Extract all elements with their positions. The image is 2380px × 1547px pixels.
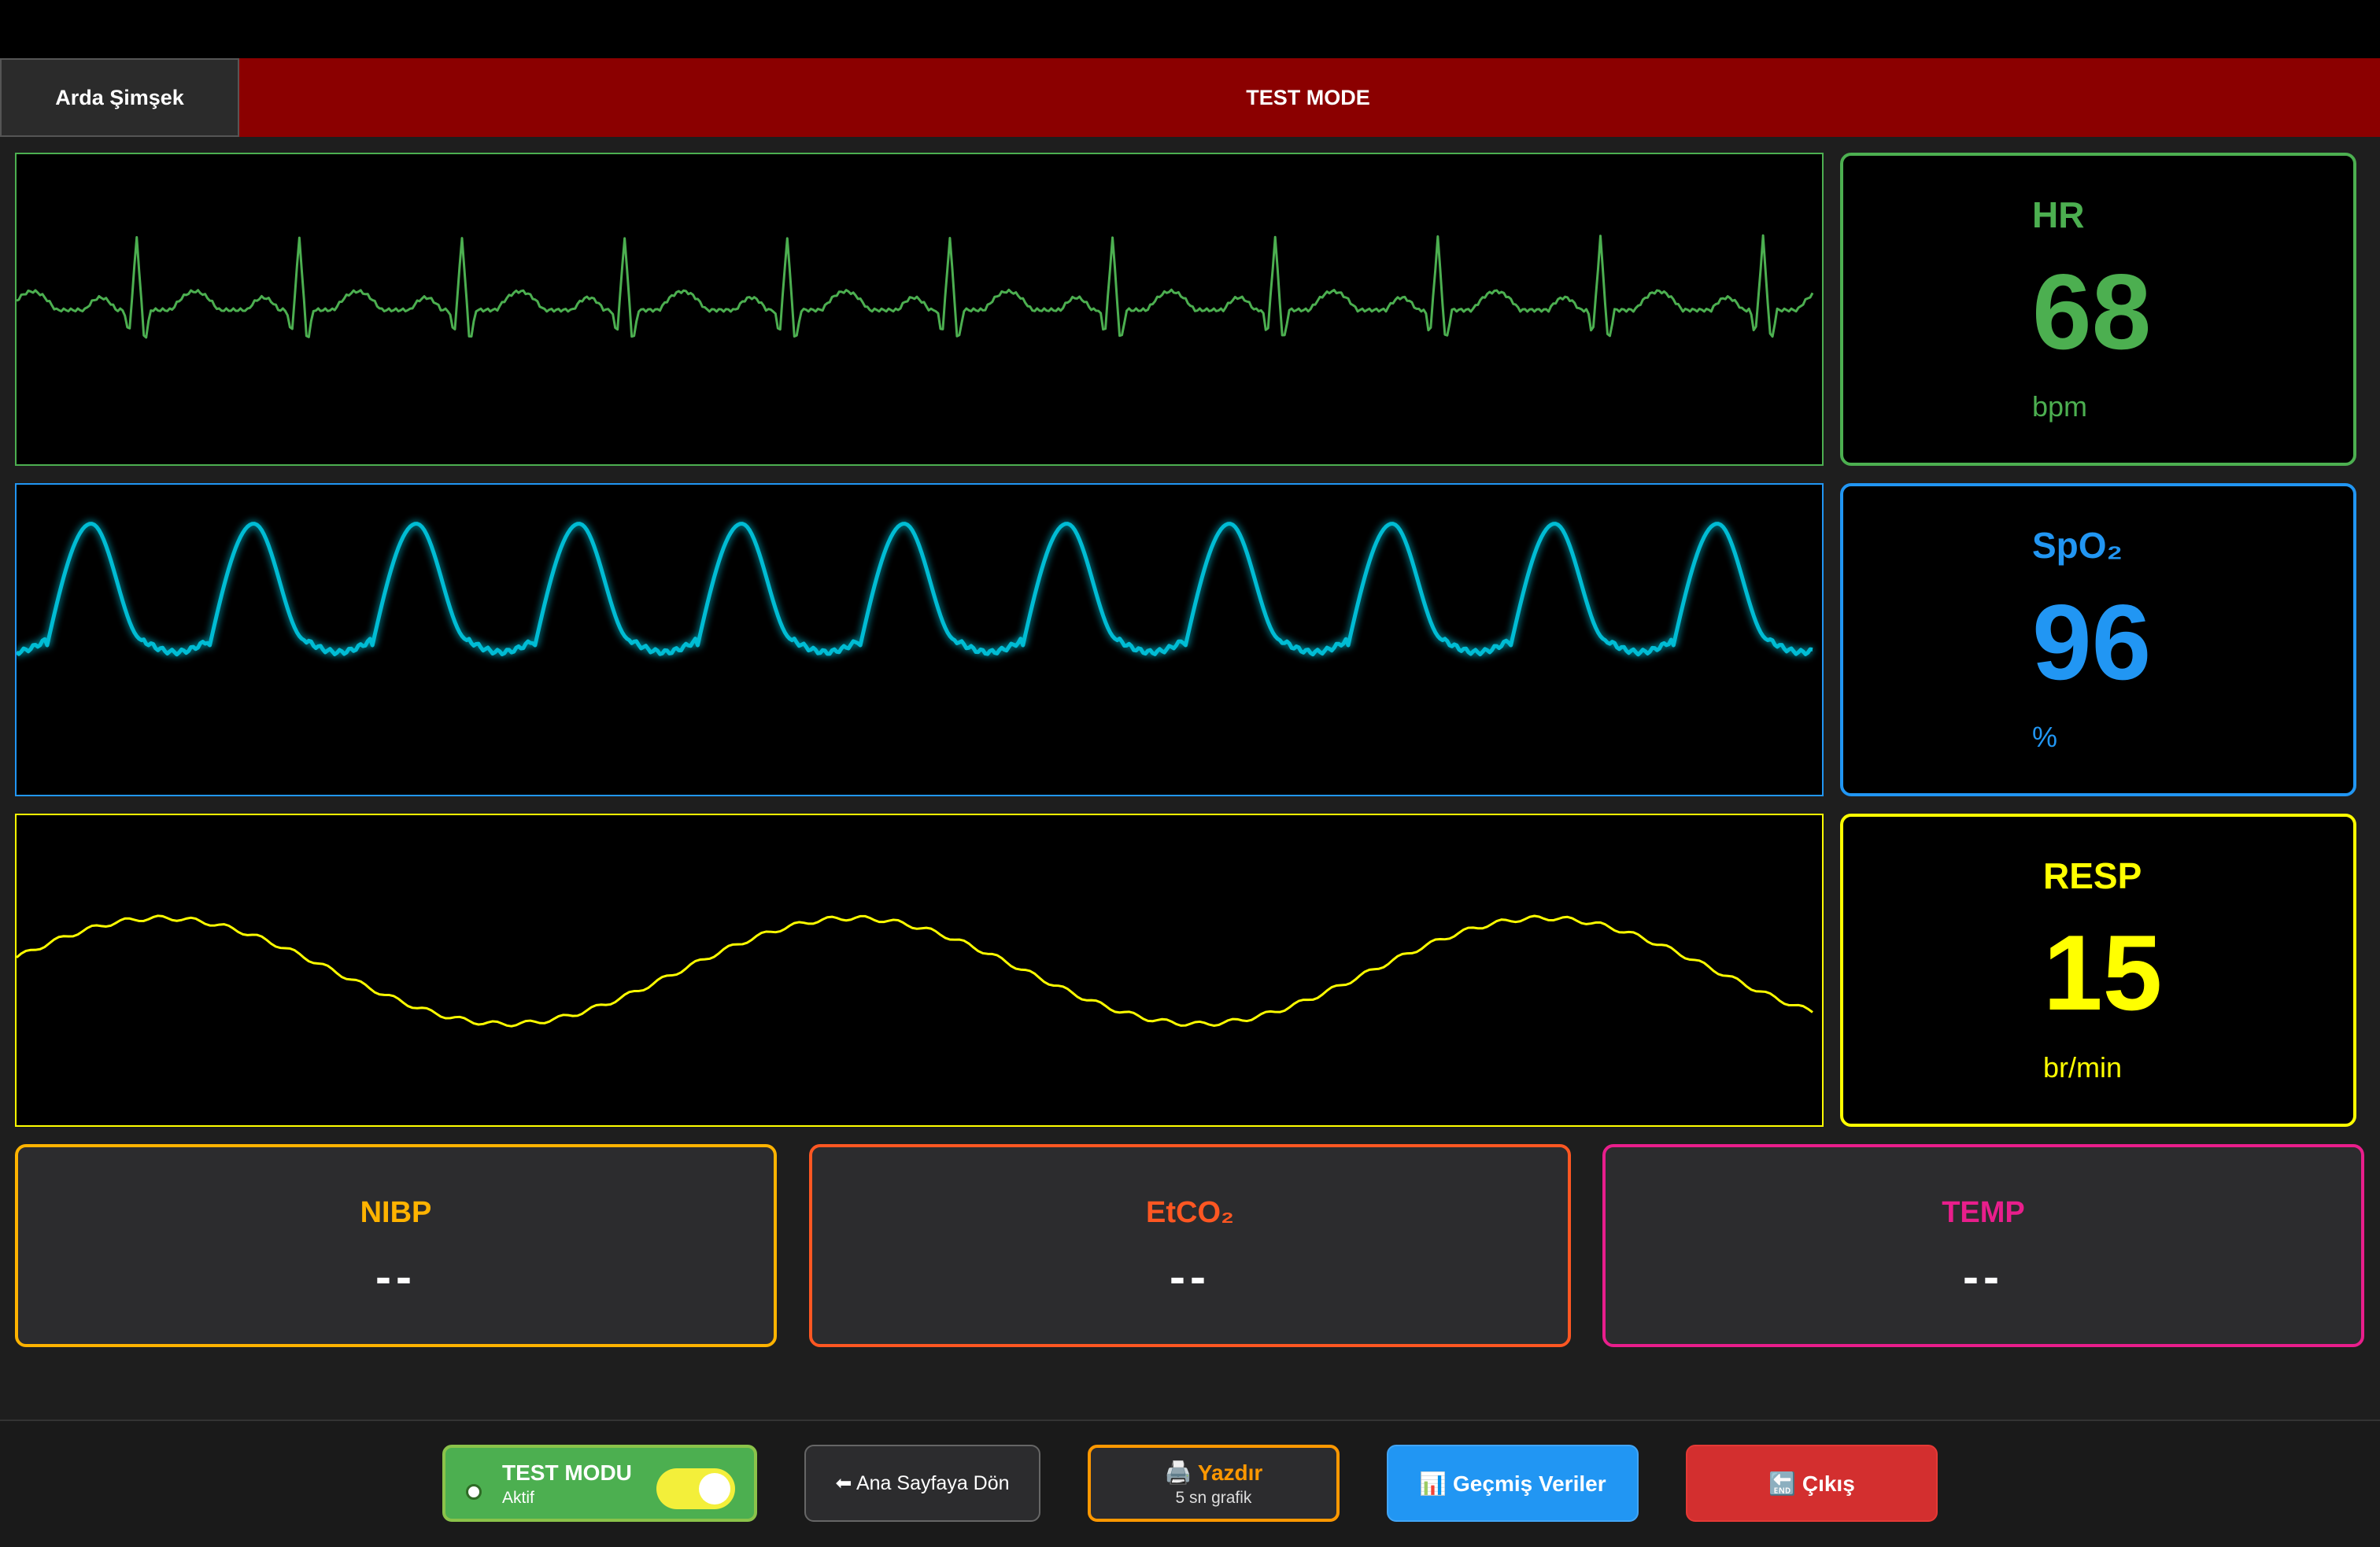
footer-toolbar: TEST MODU Aktif ⬅ Ana Sayfaya Dön 🖨️ Yaz… <box>0 1420 2380 1547</box>
resp-value: 15 <box>2043 913 2163 1032</box>
hr-unit: bpm <box>2032 390 2088 423</box>
user-name: Arda Şimşek <box>55 85 184 109</box>
status-dot-icon <box>466 1484 482 1500</box>
temp-label: TEMP <box>1942 1196 2025 1229</box>
spo2-label: SpO₂ <box>2032 525 2123 566</box>
toggle-knob <box>699 1473 730 1505</box>
nibp-label: NIBP <box>360 1196 432 1229</box>
test-mode-label: TEST MODU <box>502 1460 632 1485</box>
hr-value: 68 <box>2032 252 2152 371</box>
mode-title: TEST MODE <box>1246 85 1370 109</box>
status-bar <box>0 0 2380 58</box>
spo2-value: 96 <box>2032 582 2152 702</box>
nibp-value: -- <box>375 1250 416 1303</box>
ecg-waveform <box>17 234 1814 339</box>
spo2-card: SpO₂ 96 % <box>1840 483 2356 796</box>
pleth-waveform <box>17 522 1813 657</box>
resp-waveform-panel <box>15 814 1824 1127</box>
etco2-label: EtCO₂ <box>1146 1196 1234 1229</box>
resp-waveform <box>17 914 1813 1028</box>
nibp-card: NIBP -- <box>15 1144 777 1347</box>
test-mode-toggle[interactable]: TEST MODU Aktif <box>442 1445 757 1522</box>
exit-button[interactable]: 🔚 Çıkış <box>1686 1445 1938 1522</box>
etco2-value: -- <box>1170 1250 1210 1303</box>
print-button-label: 🖨️ Yazdır <box>1164 1460 1263 1485</box>
exit-button-label: 🔚 Çıkış <box>1768 1471 1855 1496</box>
ecg-waveform-panel <box>15 153 1824 466</box>
resp-card: RESP 15 br/min <box>1840 814 2356 1127</box>
print-button[interactable]: 🖨️ Yazdır 5 sn grafik <box>1088 1445 1340 1522</box>
hr-label: HR <box>2032 194 2085 235</box>
resp-unit: br/min <box>2043 1051 2123 1084</box>
user-name-box[interactable]: Arda Şimşek <box>0 58 239 137</box>
temp-value: -- <box>1963 1250 2004 1303</box>
spo2-unit: % <box>2032 721 2058 753</box>
test-mode-status: Aktif <box>502 1489 534 1507</box>
etco2-card: EtCO₂ -- <box>809 1144 1571 1347</box>
temp-card: TEMP -- <box>1602 1144 2364 1347</box>
home-button-label: ⬅ Ana Sayfaya Dön <box>835 1472 1010 1494</box>
hr-card: HR 68 bpm <box>1840 153 2356 466</box>
resp-label: RESP <box>2043 855 2142 896</box>
home-button[interactable]: ⬅ Ana Sayfaya Dön <box>804 1445 1040 1522</box>
history-button-label: 📊 Geçmiş Veriler <box>1419 1471 1606 1496</box>
history-button[interactable]: 📊 Geçmiş Veriler <box>1387 1445 1639 1522</box>
print-button-sub: 5 sn grafik <box>1175 1488 1252 1507</box>
header-bar: Arda Şimşek TEST MODE <box>0 58 2380 137</box>
test-mode-switch[interactable] <box>656 1468 735 1509</box>
pleth-waveform-panel <box>15 483 1824 796</box>
